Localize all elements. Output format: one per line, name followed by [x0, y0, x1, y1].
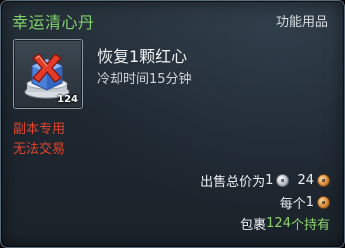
inventory-count-row: 包裹 124 个持有: [240, 214, 330, 233]
silver-coin-icon: [276, 174, 290, 187]
item-tooltip: 幸运清心丹 功能用品 124 恢复1颗红心 冷却时间15分钟 副本专用 无法交易…: [0, 0, 345, 248]
sell-total-copper: 24: [297, 173, 314, 188]
sell-total-label: 出售总价为: [200, 175, 266, 190]
sell-total-row: 出售总价为 1 24: [200, 171, 330, 190]
item-effect: 恢复1颗红心: [97, 47, 188, 66]
inventory-suffix: 个持有: [290, 218, 330, 233]
sell-each-row: 每个 1: [280, 193, 330, 212]
sell-total-silver: 1: [265, 173, 274, 188]
sell-each-copper: 1: [305, 195, 314, 210]
inventory-prefix: 包裹: [240, 218, 267, 233]
copper-coin-icon: [317, 196, 330, 209]
sell-each-label: 每个: [279, 197, 306, 212]
inventory-count: 124: [266, 216, 291, 231]
item-stack-count: 124: [57, 94, 78, 105]
item-cooldown: 冷却时间15分钟: [97, 72, 192, 87]
copper-coin-icon: [317, 174, 330, 187]
item-category: 功能用品: [275, 15, 328, 30]
item-icon-slot: 124: [13, 39, 83, 109]
restriction-no-trade: 无法交易: [13, 142, 66, 157]
restriction-dungeon-only: 副本专用: [13, 122, 66, 137]
item-name: 幸运清心丹: [12, 13, 95, 32]
